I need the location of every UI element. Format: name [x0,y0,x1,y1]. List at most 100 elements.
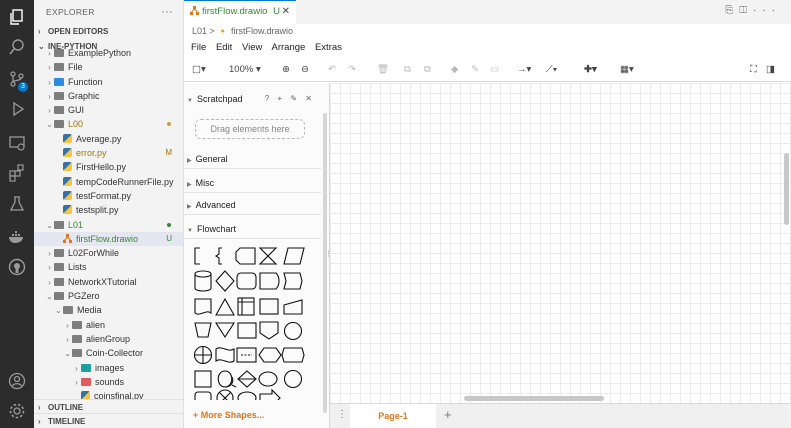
shape-manual-operation[interactable] [194,322,212,338]
more-actions-icon[interactable]: ··· [161,0,173,24]
shape-arrow[interactable] [259,388,281,400]
tree-item[interactable]: ⌄ PGZero [34,289,183,303]
panel-scrollbar[interactable] [323,113,327,413]
tree-item[interactable]: firstFlow.drawio U [34,231,183,247]
github-icon[interactable] [8,258,26,276]
shape-process[interactable] [194,370,212,388]
menu-view[interactable]: View [242,42,262,53]
waypoints-icon[interactable]: ⟋▾ [546,62,557,78]
tree-item[interactable]: ⌄ Media [34,303,183,317]
remote-explorer-icon[interactable] [8,134,26,152]
breadcrumb[interactable]: L01 > 🔸 firstFlow.drawio [184,24,791,38]
tree-item[interactable]: › Lists [34,260,183,274]
section-general[interactable]: ▶ General [184,149,321,169]
pages-menu-icon[interactable]: ⋮ [337,409,347,420]
shape-start[interactable] [258,371,278,387]
tree-item[interactable]: › alienGroup [34,332,183,346]
page-tab[interactable]: Page-1 [350,404,436,428]
shape-delay[interactable] [259,272,280,290]
tree-item[interactable]: testsplit.py [34,203,183,217]
connection-icon[interactable]: →▾ [517,62,531,78]
format-panel-icon[interactable]: ▢▾ [192,62,206,78]
undo-icon[interactable]: ↶ [328,62,336,78]
section-flowchart[interactable]: ▼ Flowchart [184,219,321,239]
shape-start-circle[interactable] [283,369,303,389]
more-shapes-button[interactable]: + More Shapes... [193,410,264,420]
zoom-out-icon[interactable]: ⊖ [301,62,309,78]
delete-icon[interactable]: 🗑 [377,62,389,78]
shape-display[interactable] [235,247,256,265]
to-back-icon[interactable]: ⧉ [424,62,431,78]
tree-item[interactable]: › alien [34,318,183,332]
shape-sort[interactable] [237,370,257,388]
shape-off-page-rect[interactable] [237,322,257,339]
shape-stored-data[interactable] [283,272,303,290]
outline-section[interactable]: › OUTLINE [34,399,183,414]
section-advanced[interactable]: ▶ Advanced [184,195,321,215]
tree-item[interactable]: › Function [34,75,183,89]
tree-item[interactable]: › Graphic [34,89,183,103]
shape-punched-tape[interactable] [215,347,235,363]
tree-item[interactable]: › GUI [34,103,183,117]
shape-decision[interactable] [215,270,235,292]
shape-brace[interactable] [215,247,222,265]
open-editors-section[interactable]: › OPEN EDITORS [34,24,183,39]
shape-process-alt[interactable] [281,347,305,363]
tree-item[interactable]: tempCodeRunnerFile.py [34,175,183,189]
scratchpad-dropzone[interactable]: Drag elements here [195,119,305,139]
menu-arrange[interactable]: Arrange [272,42,306,53]
tab-firstflow[interactable]: firstFlow.drawio U ✕ [184,0,296,24]
table-icon[interactable]: ▦▾ [620,62,634,78]
shape-manual-input[interactable] [283,299,303,315]
settings-gear-icon[interactable] [8,402,26,420]
tree-item[interactable]: FirstHello.py [34,160,183,174]
shape-internal-storage[interactable] [237,297,255,316]
canvas-vertical-scrollbar[interactable] [784,153,789,225]
docker-icon[interactable] [8,228,26,246]
account-icon[interactable] [8,372,26,390]
shape-rounded-process[interactable] [194,391,212,400]
shadow-icon[interactable]: ▭ [490,62,499,78]
explorer-icon[interactable] [8,8,26,26]
tree-item[interactable]: › sounds [34,375,183,389]
zoom-select[interactable]: 100% ▾ [229,62,261,78]
tree-item[interactable]: Average.py [34,132,183,146]
tree-item[interactable]: testFormat.py [34,189,183,203]
more-icon[interactable]: ··· [753,5,781,16]
menu-file[interactable]: File [191,42,206,53]
shape-database[interactable] [194,270,212,292]
run-debug-icon[interactable] [8,100,26,118]
tree-item[interactable]: error.py M [34,146,183,160]
add-page-icon[interactable]: + [444,407,452,422]
fullscreen-icon[interactable]: ⛶ [750,62,757,78]
line-color-icon[interactable]: ✎ [471,62,479,78]
shape-terminator[interactable] [236,272,257,290]
fill-color-icon[interactable]: ◆ [451,62,458,78]
search-icon[interactable] [8,38,26,56]
timeline-section[interactable]: › TIMELINE [34,413,183,428]
format-toggle-icon[interactable]: ◨ [766,62,775,78]
diagram-canvas[interactable] [330,83,791,403]
scratchpad-header[interactable]: ▼ Scratchpad ? + ✎ ✕ [184,89,321,109]
extensions-icon[interactable] [8,164,26,182]
canvas-horizontal-scrollbar[interactable] [464,396,604,401]
shape-annotation[interactable] [194,247,200,265]
tree-item[interactable]: › File [34,60,183,74]
shape-ellipse[interactable] [237,391,257,400]
tree-item[interactable]: › NetworkXTutorial [34,275,183,289]
close-icon[interactable]: ✕ [282,1,290,23]
redo-icon[interactable]: ↷ [348,62,356,78]
tree-item[interactable]: ⌄ Coin-Collector [34,346,183,360]
insert-icon[interactable]: ✚▾ [584,62,597,78]
shape-document[interactable] [194,298,212,315]
shape-off-page-connector[interactable] [259,321,279,340]
shape-preparation[interactable] [258,347,282,363]
scratchpad-actions[interactable]: ? + ✎ ✕ [265,89,315,109]
shape-merge[interactable] [214,322,236,339]
shape-data[interactable] [283,247,305,265]
menu-extras[interactable]: Extras [315,42,342,53]
section-misc[interactable]: ▶ Misc [184,173,321,193]
tree-item[interactable]: › ExamplePython [34,46,183,60]
testing-flask-icon[interactable] [8,195,26,213]
to-front-icon[interactable]: ⧉ [404,62,411,78]
